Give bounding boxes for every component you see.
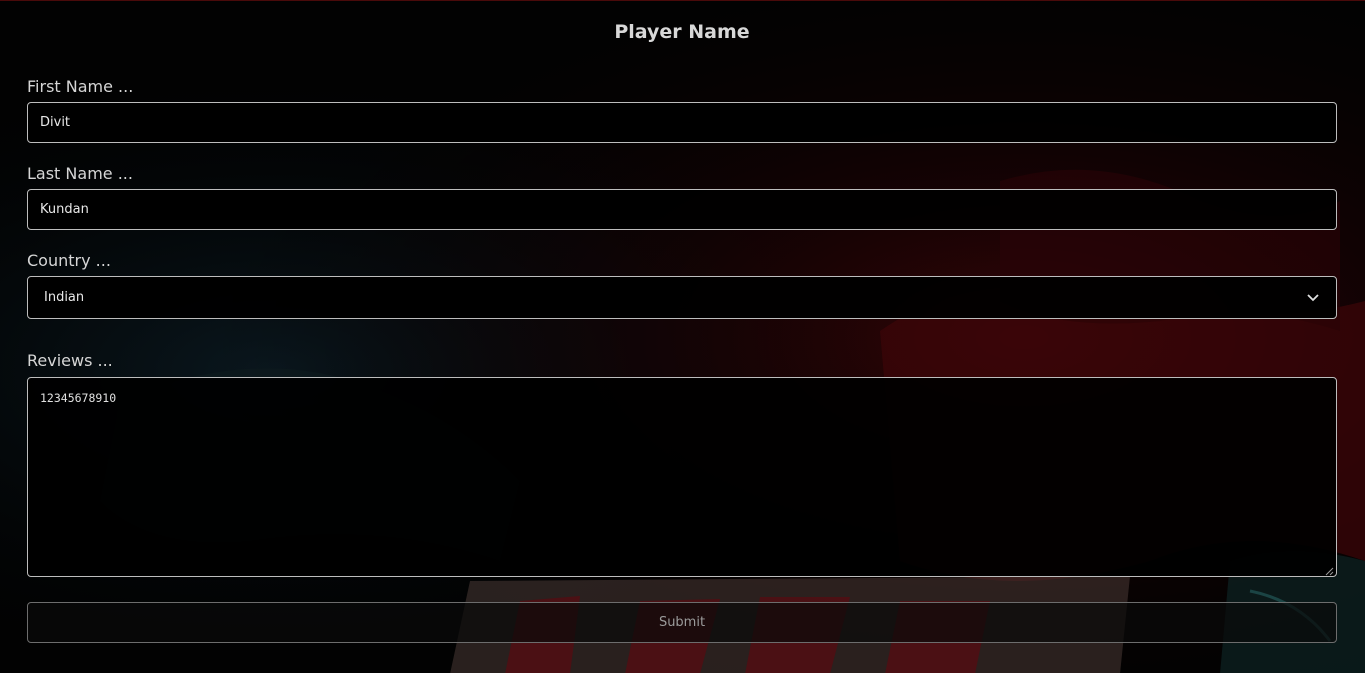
country-label: Country ... <box>27 251 111 270</box>
reviews-value: 12345678910 <box>40 391 117 405</box>
first-name-input[interactable]: Divit <box>27 102 1337 143</box>
submit-label: Submit <box>658 615 706 630</box>
resize-grip-icon[interactable] <box>1325 565 1334 576</box>
submit-button[interactable]: Submit <box>27 602 1337 643</box>
player-form: Player Name First Name ... Divit Last Na… <box>0 1 1365 643</box>
first-name-label: First Name ... <box>27 77 134 96</box>
form-title: Player Name <box>614 21 750 43</box>
last-name-value: Kundan <box>40 202 89 217</box>
country-selected-value: Indian <box>44 290 85 305</box>
reviews-label: Reviews ... <box>27 351 113 370</box>
first-name-value: Divit <box>40 115 71 130</box>
country-select[interactable]: Indian <box>27 276 1337 319</box>
chevron-down-icon <box>1306 291 1320 305</box>
reviews-textarea[interactable]: 12345678910 <box>27 377 1337 577</box>
last-name-label: Last Name ... <box>27 164 133 183</box>
page: Player Name First Name ... Divit Last Na… <box>0 0 1365 673</box>
last-name-input[interactable]: Kundan <box>27 189 1337 230</box>
